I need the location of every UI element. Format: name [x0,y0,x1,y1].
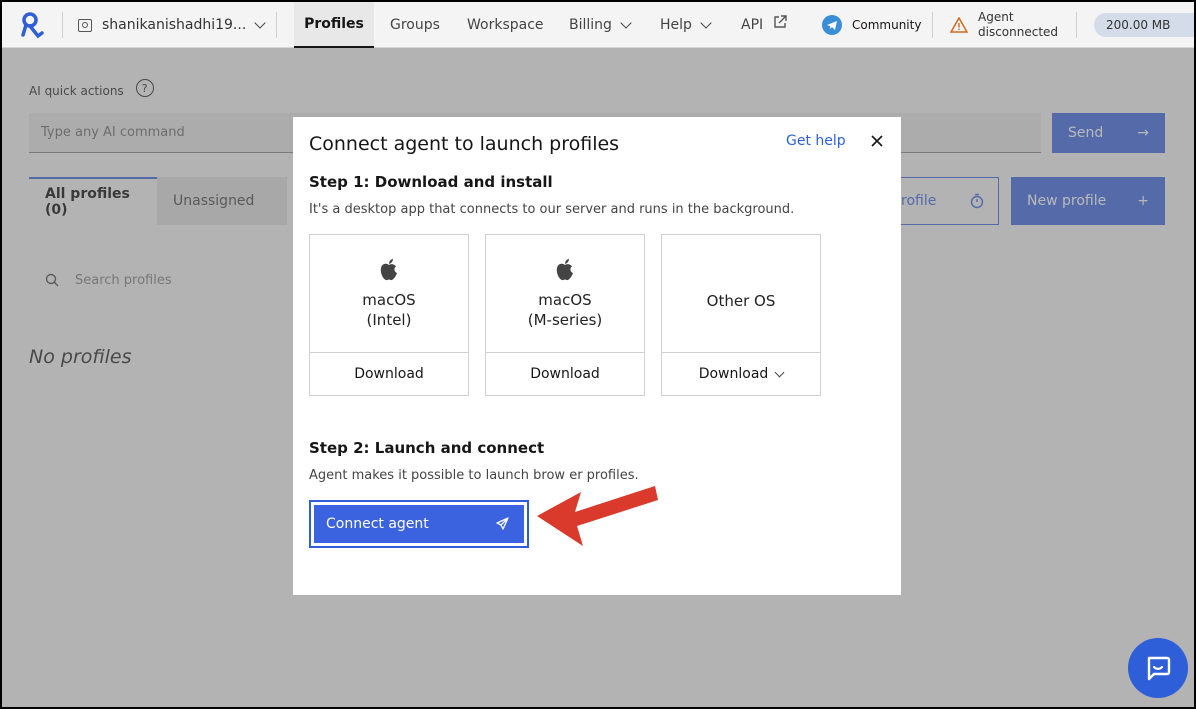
community-label: Community [852,18,922,32]
app-logo-icon[interactable] [18,11,46,39]
chat-widget-button[interactable] [1128,638,1188,698]
tab-label: Workspace [467,17,544,33]
workspace-name: shanikanishadhi19... [102,17,247,33]
tab-billing[interactable]: Billing [569,2,632,48]
tab-label: Help [660,17,692,33]
apple-icon [556,258,573,280]
tab-label: API [741,17,764,33]
nav-divider [62,12,63,38]
os-card-macos-intel: macOS (Intel) Download [309,234,469,396]
rocket-icon [496,517,509,530]
telegram-icon [822,15,842,35]
step2-title: Step 2: Launch and connect [309,439,545,457]
connect-agent-button-inner: Connect agent [313,504,525,544]
agent-status-line1: Agent [978,10,1014,24]
workspace-selector[interactable]: shanikanishadhi19... [78,2,266,48]
step1-title: Step 1: Download and install [309,173,553,191]
close-icon[interactable] [869,133,885,149]
tab-label: Billing [569,17,612,33]
tab-groups[interactable]: Groups [390,2,440,48]
os-card-macos-m-series: macOS (M-series) Download [485,234,645,396]
step1-desc: It's a desktop app that connects to our … [309,202,795,217]
community-link[interactable]: Community [822,2,921,48]
agent-status[interactable]: Agent disconnected [950,2,1058,48]
download-dropdown-other-os[interactable]: Download [662,353,820,395]
chevron-down-icon [254,17,266,29]
storage-badge[interactable]: 200.00 MB [1094,13,1194,37]
apple-icon [380,258,397,280]
chat-icon [1147,656,1171,681]
top-nav: shanikanishadhi19... Profiles Groups Wor… [2,2,1194,48]
os-name: Other OS [706,292,776,310]
agent-status-line2: disconnected [978,25,1059,39]
workspace-icon [78,18,92,32]
chevron-down-icon [700,17,712,29]
tab-workspace[interactable]: Workspace [467,2,544,48]
os-name: macOS [362,290,416,309]
nav-divider [1076,12,1077,38]
download-label: Download [698,366,769,382]
nav-divider [276,12,277,38]
connect-agent-button[interactable]: Connect agent [309,500,529,548]
os-variant: (Intel) [366,310,412,329]
os-card-info: macOS (Intel) [310,235,468,353]
chevron-down-icon [774,367,785,377]
app-window: shanikanishadhi19... Profiles Groups Wor… [2,2,1194,707]
download-label: Download [354,366,424,382]
connect-label: Connect agent [326,516,429,532]
os-card-other-os: Other OS Download [661,234,821,396]
download-button-macos-intel[interactable]: Download [310,353,468,395]
annotation-arrow-icon [537,486,658,546]
tab-label: Groups [390,17,440,33]
tab-profiles[interactable]: Profiles [294,2,374,48]
download-button-macos-m-series[interactable]: Download [486,353,644,395]
modal-title: Connect agent to launch profiles [309,133,620,155]
os-variant: (M-series) [527,310,603,329]
tab-help[interactable]: Help [660,2,712,48]
warning-icon [950,17,968,33]
download-label: Download [530,366,600,382]
storage-value: 200.00 MB [1106,18,1171,32]
nav-divider [932,12,933,38]
os-name: macOS [538,290,592,309]
tab-api[interactable]: API [741,2,787,48]
chevron-down-icon [620,17,632,29]
tab-label: Profiles [304,16,364,32]
external-link-icon [774,15,787,28]
os-card-info: macOS (M-series) [486,235,644,353]
get-help-link[interactable]: Get help [786,133,846,149]
os-card-info: Other OS [662,235,820,353]
